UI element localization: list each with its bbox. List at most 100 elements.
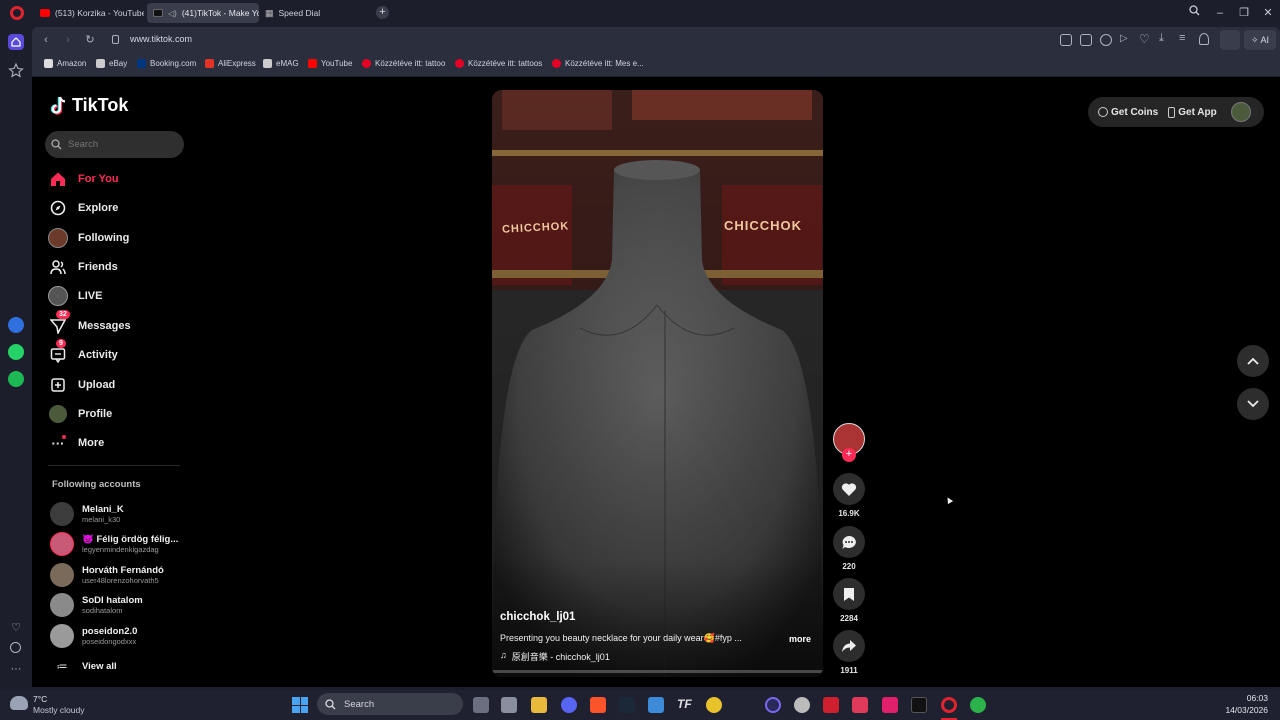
opera-taskbar-icon[interactable] (941, 697, 957, 713)
tab-youtube[interactable]: (513) Korzika - YouTube (34, 3, 144, 23)
file-explorer-icon[interactable] (531, 697, 547, 713)
spotify-icon[interactable] (8, 371, 24, 387)
video-music[interactable]: ♫ 原創音樂 - chicchok_lj01 (500, 650, 610, 663)
nav-following[interactable]: Following (48, 226, 129, 250)
heart-icon[interactable]: ♡ (8, 620, 24, 636)
office-app-icon[interactable] (852, 697, 868, 713)
tab-tiktok[interactable]: ◁) (41)TikTok - Make Yo... (147, 3, 259, 23)
settings-gear-icon[interactable] (794, 697, 810, 713)
previous-video-button[interactable] (1237, 345, 1269, 377)
nav-more[interactable]: ··· More (48, 431, 104, 455)
clock-date[interactable]: 14/03/2026 (1208, 705, 1268, 715)
edit-icon[interactable] (1060, 34, 1072, 46)
widgets-icon[interactable] (501, 697, 517, 713)
search-tabs-icon[interactable] (1186, 5, 1202, 21)
close-window-button[interactable]: ✕ (1260, 5, 1276, 21)
play-icon[interactable]: ▷ (1120, 33, 1128, 44)
bookmark-ebay[interactable]: eBay (96, 59, 127, 68)
follow-plus-button[interactable]: + (842, 448, 856, 462)
tf-app-icon[interactable]: TF (677, 697, 693, 713)
speaker-icon[interactable]: ◁) (168, 9, 177, 18)
save-button[interactable] (833, 578, 865, 610)
circle-app-icon[interactable] (765, 697, 781, 713)
user-avatar[interactable] (1230, 102, 1251, 122)
search-input[interactable] (68, 139, 168, 150)
nav-explore[interactable]: Explore (48, 196, 118, 220)
nav-activity[interactable]: 9 Activity (48, 339, 118, 367)
get-coins-button[interactable]: Get Coins (1098, 107, 1158, 118)
bookmark-aliexpress[interactable]: AliExpress (205, 59, 256, 68)
download-icon[interactable]: ⤓ (1159, 32, 1164, 45)
windows-start-icon[interactable] (292, 697, 308, 713)
vpn-shield-icon[interactable] (1100, 34, 1112, 46)
menu-icon[interactable]: ≡ (1179, 32, 1185, 44)
nav-for-you[interactable]: For You (48, 167, 119, 191)
search-box[interactable] (45, 131, 184, 158)
whatsapp-icon[interactable] (8, 344, 24, 360)
share-button[interactable] (833, 630, 865, 662)
get-app-button[interactable]: Get App (1168, 106, 1217, 118)
opera-logo-icon[interactable] (10, 6, 24, 20)
account-icon[interactable] (1199, 33, 1209, 45)
following-account-item[interactable]: Horváth Fernándó user48lorenzohorvath5 (50, 562, 164, 588)
messenger-icon[interactable] (8, 317, 24, 333)
taskbar-search[interactable]: Search (317, 693, 463, 715)
clock-time[interactable]: 06:03 (1218, 693, 1268, 703)
nav-upload[interactable]: Upload (48, 373, 115, 397)
bookmark-amazon[interactable]: Amazon (44, 59, 86, 68)
steam-icon[interactable] (619, 697, 635, 713)
bookmark-youtube[interactable]: YouTube (308, 59, 352, 68)
favorite-heart-icon[interactable]: ♡ (1139, 32, 1150, 46)
bookmark-booking[interactable]: Booking.com (137, 59, 196, 68)
forward-button[interactable]: › (60, 32, 76, 48)
bookmark-pinterest-3[interactable]: Közzétéve itt: Mes e... (552, 59, 644, 68)
camera-icon[interactable] (1080, 34, 1092, 46)
nav-profile[interactable]: Profile (48, 402, 112, 426)
tab-speed-dial[interactable]: ▦ Speed Dial (259, 3, 339, 23)
extensions-icon[interactable] (1220, 30, 1240, 50)
new-tab-button[interactable]: + (376, 6, 389, 19)
minimize-button[interactable]: – (1212, 5, 1228, 21)
more-dots-icon[interactable]: ··· (8, 662, 24, 678)
reload-button[interactable]: ↻ (82, 32, 98, 48)
coin-app-icon[interactable] (706, 697, 722, 713)
following-account-item[interactable]: poseidon2.0 poseidongodxxx (50, 623, 137, 649)
brave-icon[interactable] (590, 697, 606, 713)
home-sidebar-icon[interactable] (8, 34, 24, 50)
back-button[interactable]: ‹ (38, 32, 54, 48)
tiktok-app-icon[interactable] (911, 697, 927, 713)
tiktok-alt-icon[interactable] (882, 697, 898, 713)
history-icon[interactable] (10, 642, 21, 653)
following-account-item[interactable]: 👿 Félig ördög félig... legyenmindenkigazd… (50, 531, 178, 557)
comment-button[interactable] (833, 526, 865, 558)
url-field[interactable]: www.tiktok.com (130, 34, 192, 44)
green-app-icon[interactable] (970, 697, 986, 713)
view-all-link[interactable]: ≔ View all (50, 653, 117, 679)
video-player[interactable]: CHICCHOK CHICCHOK chicchok_lj01 Presenti… (492, 90, 823, 677)
nav-messages[interactable]: 32 Messages (48, 310, 131, 338)
bookmark-pinterest-1[interactable]: Közzétéve itt: tattoo (362, 59, 445, 68)
star-icon[interactable] (8, 62, 24, 78)
bookmark-emag[interactable]: eMAG (263, 59, 299, 68)
aria-ai-button[interactable]: ✧ AI (1244, 30, 1276, 50)
photos-icon[interactable] (648, 697, 664, 713)
maximize-button[interactable]: ❐ (1236, 5, 1252, 21)
like-button[interactable] (833, 473, 865, 505)
weather-desc[interactable]: Mostly cloudy (33, 705, 85, 715)
task-view-icon[interactable] (473, 697, 489, 713)
bookmark-pinterest-2[interactable]: Közzétéve itt: tattoos (455, 59, 542, 68)
next-video-button[interactable] (1237, 388, 1269, 420)
lock-icon[interactable] (112, 35, 119, 44)
video-author[interactable]: chicchok_lj01 (500, 611, 575, 623)
caption-more-button[interactable]: more (789, 634, 811, 644)
red-app-icon[interactable] (823, 697, 839, 713)
discord-icon[interactable] (561, 697, 577, 713)
tiktok-logo[interactable]: TikTok (50, 95, 128, 116)
following-account-item[interactable]: Melani_K melani_k30 (50, 501, 124, 527)
nav-live[interactable]: LIVE (48, 284, 102, 308)
weather-temp[interactable]: 7°C (33, 694, 47, 704)
nav-friends[interactable]: Friends (48, 255, 118, 279)
following-account-item[interactable]: SoDI hatalom sodihatalom (50, 592, 143, 618)
video-progress-bar[interactable] (492, 670, 823, 673)
cloud-weather-icon[interactable] (10, 696, 28, 710)
